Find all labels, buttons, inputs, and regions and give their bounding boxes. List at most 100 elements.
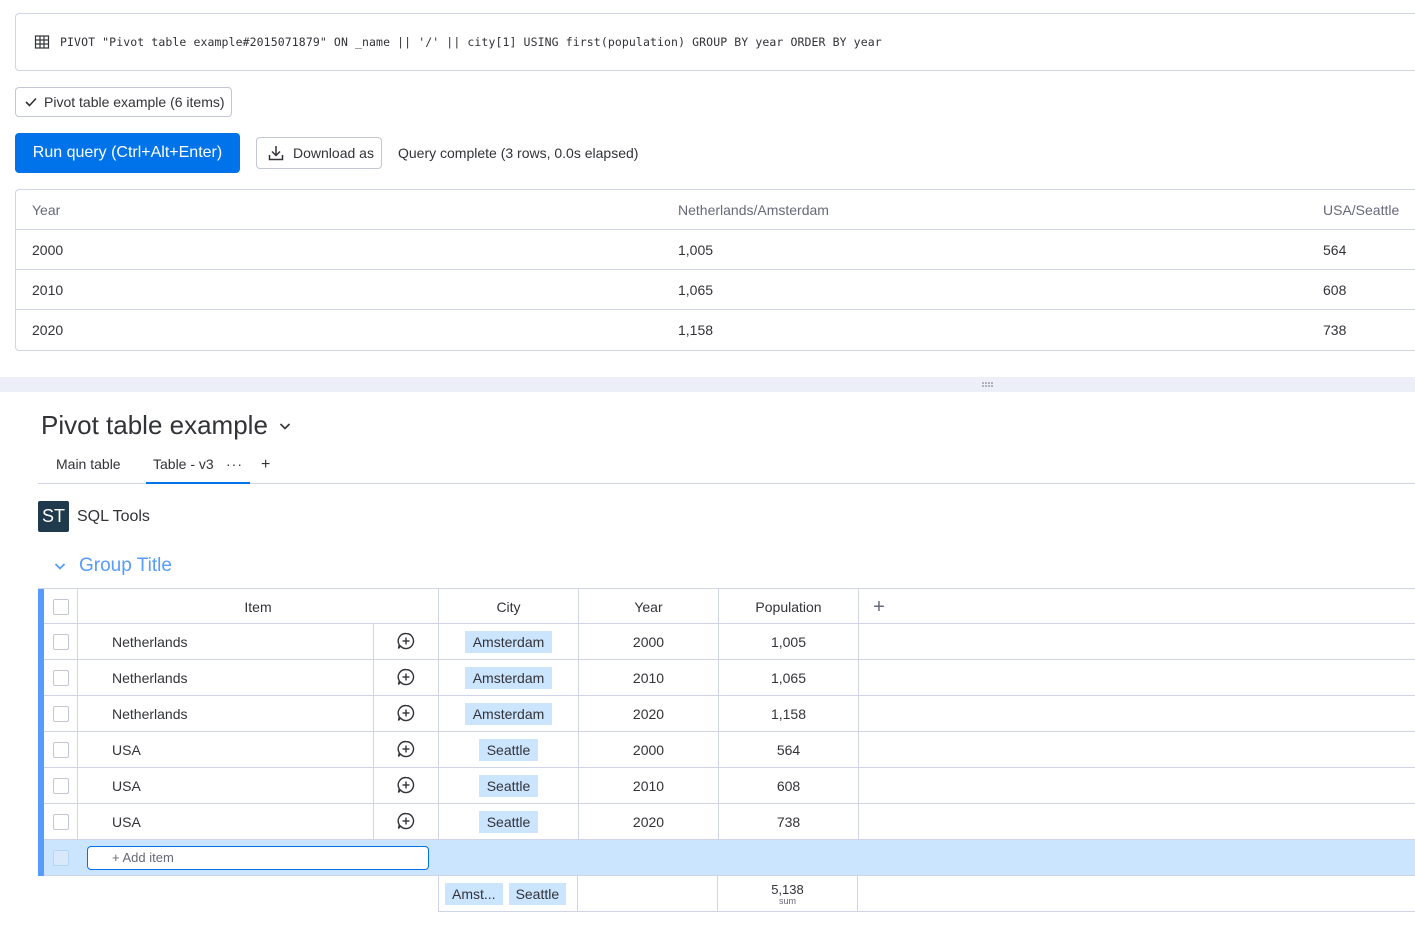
updates-cell[interactable] xyxy=(374,624,439,660)
table-row[interactable]: USA Seattle 2000 564 xyxy=(38,732,1415,768)
year-cell[interactable]: 2020 xyxy=(579,804,719,840)
city-tag: Amsterdam xyxy=(464,667,553,689)
item-name-cell[interactable]: Netherlands xyxy=(78,696,374,732)
checkbox-cell[interactable] xyxy=(44,660,78,696)
column-header-item[interactable]: Item xyxy=(78,589,439,625)
population-sum-value: 5,138 xyxy=(771,882,804,897)
grid-header-row: Item City Year Population + xyxy=(38,588,1415,625)
population-sum-label: sum xyxy=(778,896,796,906)
add-update-icon[interactable] xyxy=(396,811,416,834)
table-row[interactable]: Netherlands Amsterdam 2020 1,158 xyxy=(38,696,1415,732)
item-name-cell[interactable]: USA xyxy=(78,804,374,840)
result-cell: 2010 xyxy=(32,282,64,298)
city-cell[interactable]: Amsterdam xyxy=(439,660,579,696)
population-cell[interactable]: 1,158 xyxy=(719,696,859,732)
summary-row: Amst... Seattle 5,138 sum xyxy=(438,876,1415,912)
chevron-down-icon[interactable] xyxy=(53,559,67,573)
download-button[interactable]: Download as xyxy=(256,137,382,169)
item-name-cell[interactable]: Netherlands xyxy=(78,660,374,696)
add-column-button[interactable]: + xyxy=(859,589,899,625)
population-cell[interactable]: 1,065 xyxy=(719,660,859,696)
query-editor[interactable]: PIVOT "Pivot table example#2015071879" O… xyxy=(15,13,1415,71)
item-name-cell[interactable]: USA xyxy=(78,768,374,804)
drag-handle-icon[interactable] xyxy=(982,382,994,387)
updates-cell[interactable] xyxy=(374,804,439,840)
updates-cell[interactable] xyxy=(374,696,439,732)
year-cell[interactable]: 2000 xyxy=(579,624,719,660)
year-cell[interactable]: 2010 xyxy=(579,660,719,696)
checkbox-cell[interactable] xyxy=(44,732,78,768)
result-row: 2000 1,005 564 xyxy=(16,230,1415,270)
year-cell[interactable]: 2010 xyxy=(579,768,719,804)
column-header-population[interactable]: Population xyxy=(719,589,859,625)
column-header-city[interactable]: City xyxy=(439,589,579,625)
checkbox-cell[interactable] xyxy=(44,768,78,804)
year-cell[interactable]: 2000 xyxy=(579,732,719,768)
run-query-button[interactable]: Run query (Ctrl+Alt+Enter) xyxy=(15,133,240,173)
row-checkbox[interactable] xyxy=(52,742,69,758)
add-view-button[interactable]: + xyxy=(261,448,270,484)
row-checkbox xyxy=(53,850,69,866)
updates-cell[interactable] xyxy=(374,768,439,804)
table-row[interactable]: USA Seattle 2020 738 xyxy=(38,804,1415,840)
add-update-icon[interactable] xyxy=(396,775,416,798)
table-row[interactable]: Netherlands Amsterdam 2000 1,005 xyxy=(38,624,1415,660)
result-cell: 608 xyxy=(1323,282,1347,298)
result-cell: 2000 xyxy=(32,242,64,258)
chevron-down-icon[interactable] xyxy=(278,419,292,433)
year-cell[interactable]: 2020 xyxy=(579,696,719,732)
population-cell[interactable]: 738 xyxy=(719,804,859,840)
query-text[interactable]: PIVOT "Pivot table example#2015071879" O… xyxy=(60,35,882,49)
app-logo: ST xyxy=(38,501,69,532)
table-row[interactable]: Netherlands Amsterdam 2010 1,065 xyxy=(38,660,1415,696)
column-header-year[interactable]: Year xyxy=(579,589,719,625)
panel-resize-divider[interactable] xyxy=(0,377,1415,392)
checkbox-cell[interactable] xyxy=(44,624,78,660)
group-title-text[interactable]: Group Title xyxy=(79,555,172,577)
city-tag: Amsterdam xyxy=(464,631,553,653)
city-cell[interactable]: Amsterdam xyxy=(439,624,579,660)
item-name-cell[interactable]: USA xyxy=(78,732,374,768)
item-name-cell[interactable]: Netherlands xyxy=(78,624,374,660)
city-cell[interactable]: Seattle xyxy=(439,804,579,840)
row-checkbox[interactable] xyxy=(52,778,69,794)
select-all-cell[interactable] xyxy=(44,589,78,625)
table-row[interactable]: USA Seattle 2010 608 xyxy=(38,768,1415,804)
more-options-icon[interactable]: ··· xyxy=(226,448,243,481)
group-header[interactable]: Group Title xyxy=(53,555,172,577)
app-badge: ST SQL Tools xyxy=(38,501,150,532)
checkbox-cell[interactable] xyxy=(44,804,78,840)
result-cell: 564 xyxy=(1323,242,1347,258)
add-update-icon[interactable] xyxy=(396,703,416,726)
row-checkbox[interactable] xyxy=(52,634,69,650)
result-header-row: Year Netherlands/Amsterdam USA/Seattle xyxy=(16,190,1415,230)
tab-table-v3[interactable]: Table - v3 ··· xyxy=(146,448,250,484)
city-cell[interactable]: Amsterdam xyxy=(439,696,579,732)
add-item-input[interactable]: + Add item xyxy=(87,846,429,870)
result-table: Year Netherlands/Amsterdam USA/Seattle 2… xyxy=(15,189,1415,351)
checkbox-cell[interactable] xyxy=(44,696,78,732)
add-update-icon[interactable] xyxy=(396,631,416,654)
add-update-icon[interactable] xyxy=(396,667,416,690)
query-status: Query complete (3 rows, 0.0s elapsed) xyxy=(398,145,639,161)
app-name: SQL Tools xyxy=(77,507,150,525)
population-cell[interactable]: 564 xyxy=(719,732,859,768)
city-cell[interactable]: Seattle xyxy=(439,768,579,804)
population-summary: 5,138 sum xyxy=(718,876,858,912)
row-checkbox[interactable] xyxy=(52,706,69,722)
add-update-icon[interactable] xyxy=(396,739,416,762)
city-cell[interactable]: Seattle xyxy=(439,732,579,768)
select-all-checkbox[interactable] xyxy=(52,599,69,615)
population-cell[interactable]: 608 xyxy=(719,768,859,804)
board-title[interactable]: Pivot table example xyxy=(41,410,292,441)
download-icon xyxy=(268,146,284,161)
updates-cell[interactable] xyxy=(374,732,439,768)
board-selector-chip[interactable]: Pivot table example (6 items) xyxy=(15,87,232,117)
updates-cell[interactable] xyxy=(374,660,439,696)
year-summary xyxy=(578,876,718,912)
population-cell[interactable]: 1,005 xyxy=(719,624,859,660)
tab-main-table[interactable]: Main table xyxy=(56,448,121,484)
row-checkbox[interactable] xyxy=(52,814,69,830)
row-checkbox[interactable] xyxy=(52,670,69,686)
result-cell: 2020 xyxy=(32,322,64,338)
